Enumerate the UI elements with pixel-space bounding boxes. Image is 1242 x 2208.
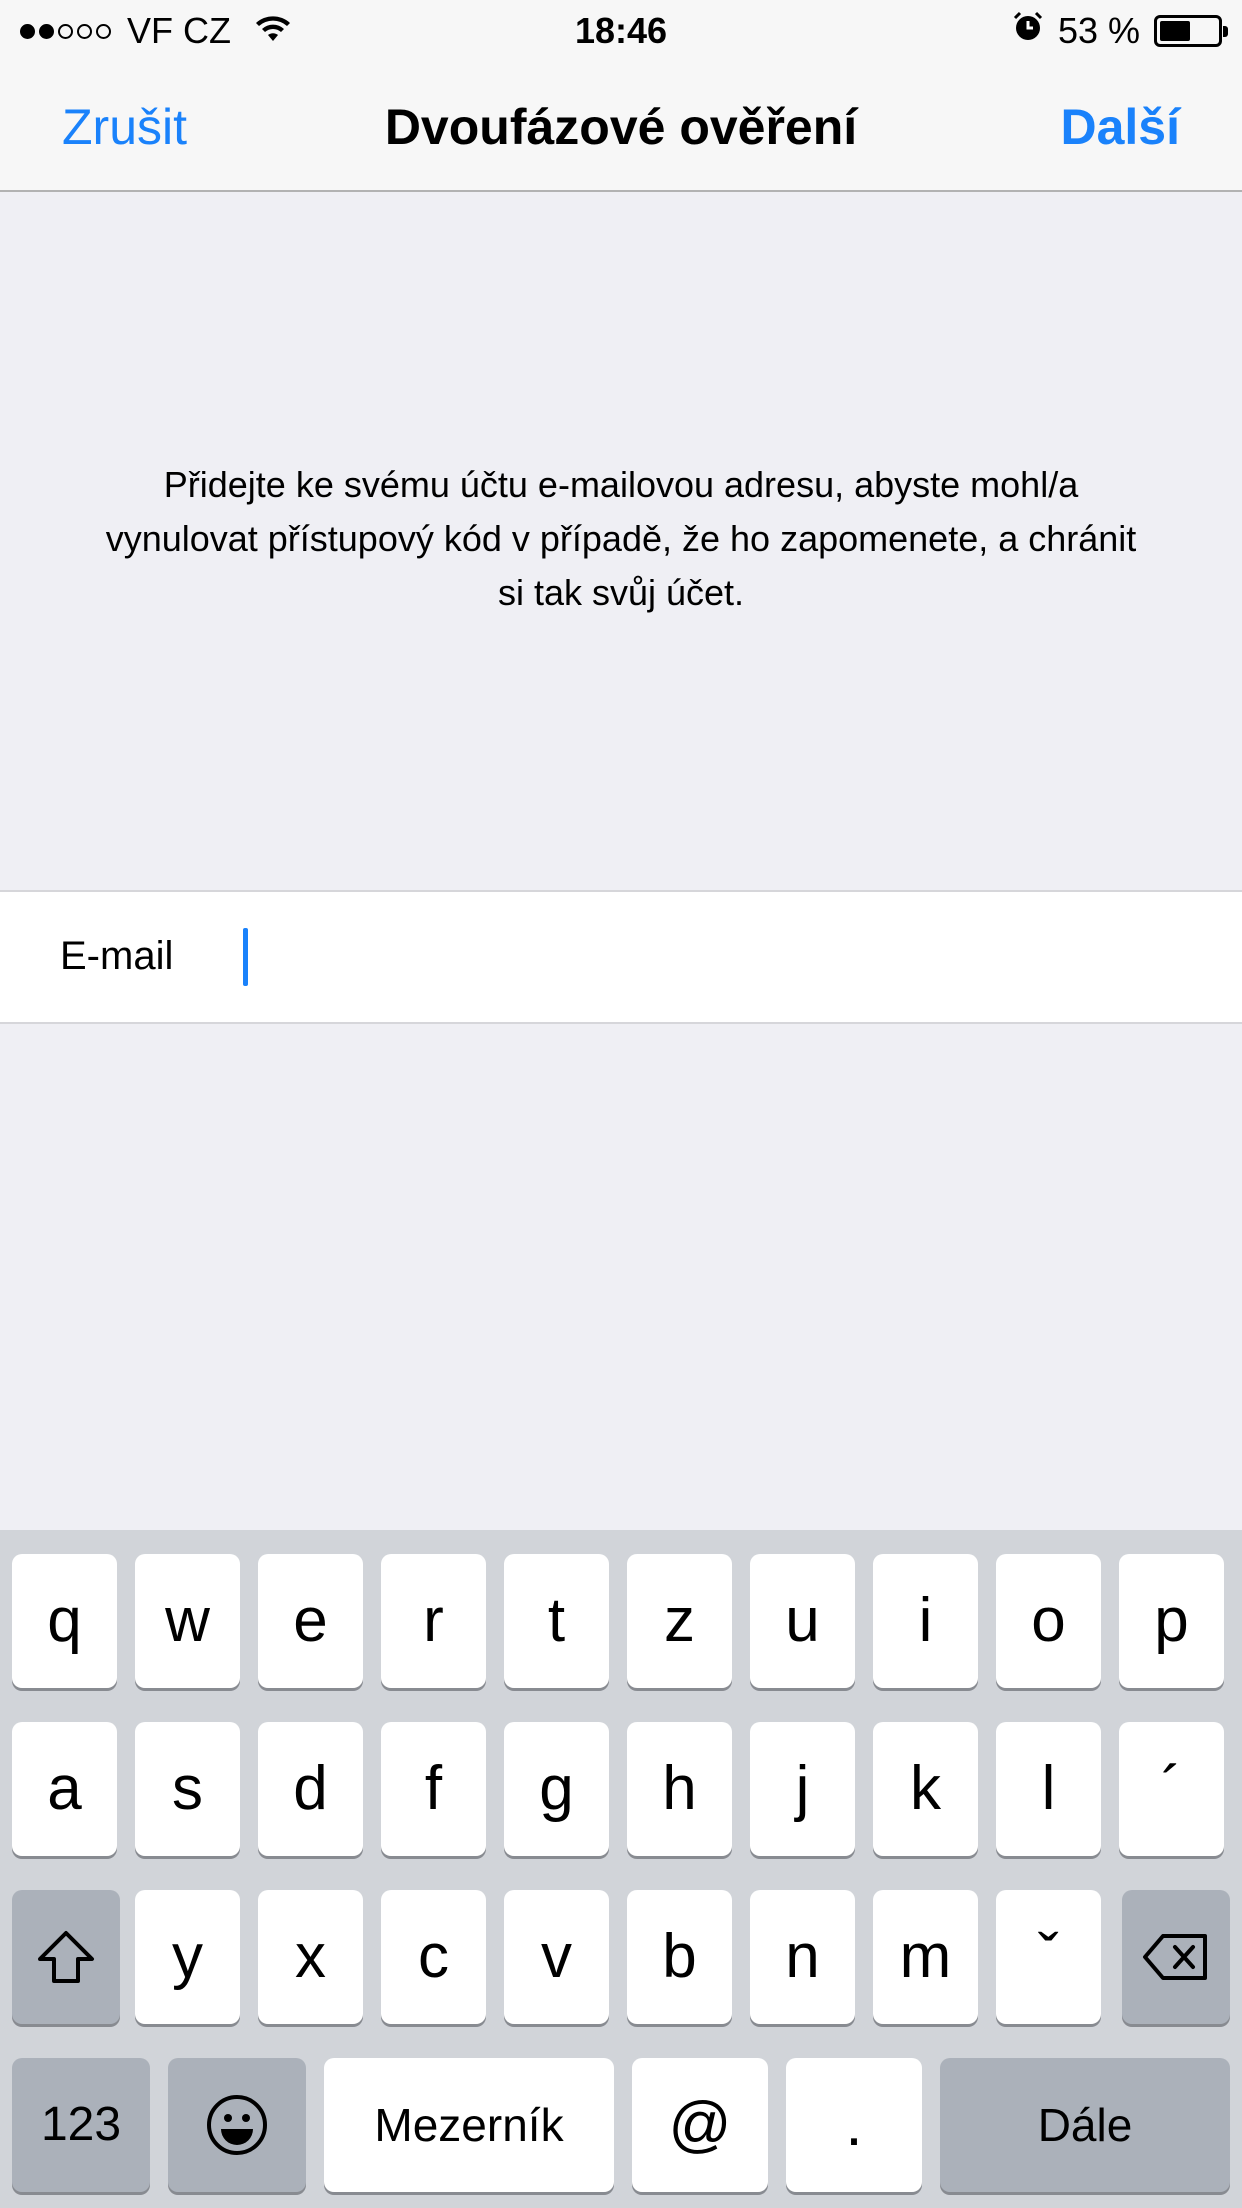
key-2-row3[interactable]: c — [381, 1890, 486, 2024]
key-5-row1[interactable]: z — [627, 1554, 732, 1688]
key-label: t — [547, 1586, 566, 1655]
key-label: w — [165, 1586, 210, 1655]
text-cursor — [243, 928, 248, 986]
key-label: b — [662, 1922, 697, 1991]
space-key[interactable]: Mezerník — [324, 2058, 614, 2192]
key-label: ´ — [1161, 1754, 1182, 1823]
email-field[interactable] — [242, 922, 1202, 992]
key-4-row1[interactable]: t — [504, 1554, 609, 1688]
key-label: j — [795, 1754, 810, 1823]
key-label: ˇ — [1038, 1922, 1059, 1991]
key-label: u — [785, 1586, 820, 1655]
key-label: y — [172, 1922, 203, 1991]
page-title: Dvoufázové ověření — [384, 99, 858, 155]
description-text: Přidejte ke svému účtu e-mailovou adresu… — [105, 464, 1137, 613]
key-2-row1[interactable]: e — [258, 1554, 363, 1688]
key-5-row2[interactable]: h — [627, 1722, 732, 1856]
alarm-icon — [1012, 10, 1044, 52]
key-1-row1[interactable]: w — [135, 1554, 240, 1688]
numbers-key[interactable]: 123 — [12, 2058, 150, 2192]
key-6-row2[interactable]: j — [750, 1722, 855, 1856]
key-0-row2[interactable]: a — [12, 1722, 117, 1856]
key-8-row2[interactable]: l — [996, 1722, 1101, 1856]
return-key-label: Dále — [1037, 2099, 1133, 2151]
dot-key[interactable]: . — [786, 2058, 922, 2192]
key-4-row2[interactable]: g — [504, 1722, 609, 1856]
key-3-row2[interactable]: f — [381, 1722, 486, 1856]
key-4-row3[interactable]: b — [627, 1890, 732, 2024]
key-6-row1[interactable]: u — [750, 1554, 855, 1688]
key-7-row2[interactable]: k — [873, 1722, 978, 1856]
key-0-row1[interactable]: q — [12, 1554, 117, 1688]
key-label: z — [664, 1586, 695, 1655]
key-label: l — [1041, 1754, 1056, 1823]
battery-percent: 53 % — [1057, 10, 1140, 51]
key-label: g — [539, 1754, 574, 1823]
delete-key[interactable] — [1122, 1890, 1230, 2024]
key-label: v — [541, 1922, 572, 1991]
at-key-label: @ — [668, 2090, 732, 2159]
status-bar: VF CZ 18:46 53 % — [0, 0, 1242, 60]
key-3-row3[interactable]: v — [504, 1890, 609, 2024]
key-9-row1[interactable]: p — [1119, 1554, 1224, 1688]
key-8-row1[interactable]: o — [996, 1554, 1101, 1688]
key-label: r — [423, 1586, 444, 1655]
navigation-bar: Zrušit Dvoufázové ověření Další — [0, 60, 1242, 192]
next-button[interactable]: Další — [1060, 98, 1180, 156]
key-label: d — [293, 1754, 328, 1823]
email-label: E-mail — [60, 934, 174, 978]
key-label: o — [1031, 1586, 1066, 1655]
key-5-row3[interactable]: n — [750, 1890, 855, 2024]
key-label: c — [418, 1922, 449, 1991]
email-row: E-mail — [0, 890, 1242, 1024]
key-label: x — [295, 1922, 326, 1991]
backspace-icon — [1143, 1934, 1207, 1980]
shift-key[interactable] — [12, 1890, 120, 2024]
key-label: e — [293, 1586, 328, 1655]
emoji-key[interactable] — [168, 2058, 306, 2192]
key-label: k — [910, 1754, 941, 1823]
emoji-icon — [207, 2095, 267, 2155]
key-label: n — [785, 1922, 820, 1991]
dot-key-label: . — [845, 2090, 863, 2159]
key-label: q — [47, 1586, 82, 1655]
at-key[interactable]: @ — [632, 2058, 768, 2192]
key-3-row1[interactable]: r — [381, 1554, 486, 1688]
status-right: 53 % — [1012, 10, 1228, 52]
key-label: m — [899, 1922, 952, 1991]
key-label: a — [47, 1754, 82, 1823]
key-0-row3[interactable]: y — [135, 1890, 240, 2024]
return-key[interactable]: Dále — [940, 2058, 1230, 2192]
keyboard: q w e r t z u i o p a s d f g h j k l ´ y x c v b n m ˇ 123 Mezer… — [0, 1530, 1242, 2208]
key-2-row2[interactable]: d — [258, 1722, 363, 1856]
key-label: h — [662, 1754, 697, 1823]
battery-icon — [1154, 15, 1228, 47]
key-6-row3[interactable]: m — [873, 1890, 978, 2024]
key-7-row3[interactable]: ˇ — [996, 1890, 1101, 2024]
key-label: p — [1154, 1586, 1189, 1655]
key-label: s — [172, 1754, 203, 1823]
space-key-label: Mezerník — [374, 2099, 564, 2151]
key-label: i — [918, 1586, 933, 1655]
numbers-key-label: 123 — [40, 2098, 122, 2151]
key-label: f — [424, 1754, 443, 1823]
shift-icon — [38, 1931, 94, 1983]
key-9-row2[interactable]: ´ — [1119, 1722, 1224, 1856]
key-7-row1[interactable]: i — [873, 1554, 978, 1688]
key-1-row2[interactable]: s — [135, 1722, 240, 1856]
key-1-row3[interactable]: x — [258, 1890, 363, 2024]
